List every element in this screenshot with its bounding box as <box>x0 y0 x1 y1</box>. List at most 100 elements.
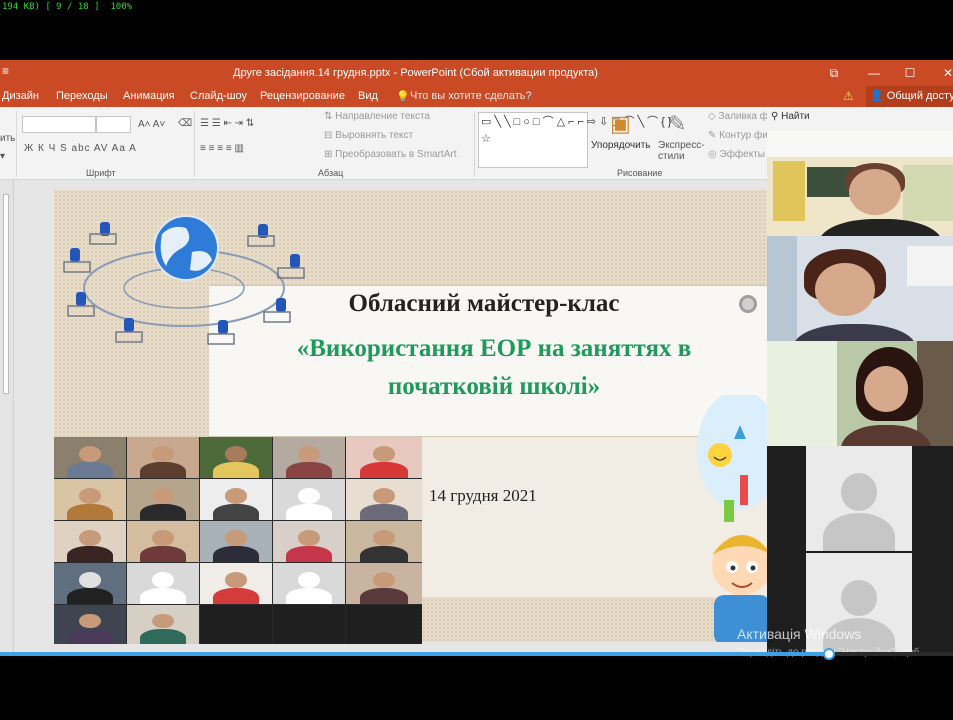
slide-date[interactable]: 14 грудня 2021 <box>429 486 537 506</box>
tab-review[interactable]: Рецензирование <box>260 90 345 102</box>
arrange-icon: ▣ <box>610 111 631 136</box>
video-participant-3 <box>767 341 953 446</box>
tell-me-search[interactable]: Что вы хотите сделать? <box>410 90 532 102</box>
participant-tile <box>273 437 345 478</box>
divider <box>16 111 17 177</box>
divider <box>194 111 195 177</box>
shape-effects-button[interactable]: ◎ Эффекты <box>708 149 765 160</box>
quick-styles-button[interactable]: Экспресс-стили <box>658 140 705 162</box>
participant-placeholder <box>127 563 199 604</box>
effects-icon: ◎ <box>708 149 717 160</box>
menu-icon[interactable]: ≡ <box>2 64 9 78</box>
participant-tile <box>200 437 272 478</box>
font-format-buttons[interactable]: Ж К Ч S abc AV Aa A <box>24 143 137 154</box>
participant-tile <box>127 437 199 478</box>
minimize-icon[interactable]: — <box>862 64 886 82</box>
player-status-bar: 194 KB) [ 9 / 18 ] 100% <box>0 0 953 14</box>
slide-subtitle[interactable]: «Використання ЕОР на заняттях в початков… <box>254 330 734 406</box>
drawing-group-label: Рисование <box>617 168 663 178</box>
schoolboy-clipart <box>697 395 767 642</box>
text-direction-icon: ⇅ <box>324 111 333 122</box>
video-participant-1 <box>767 131 953 236</box>
ribbon-tabs: Дизайн Переходы Анимация Слайд-шоу Рецен… <box>0 86 953 107</box>
align-text-button[interactable]: ⊟ Выровнять текст <box>324 130 413 141</box>
arrange-button[interactable]: Упорядочить <box>591 140 651 151</box>
paste-label[interactable]: ить <box>0 133 15 144</box>
shape-outline-button[interactable]: ✎ Контур фи <box>708 130 768 141</box>
participant-tile <box>200 521 272 562</box>
tab-slideshow[interactable]: Слайд-шоу <box>190 90 247 102</box>
smartart-label: Преобразовать в SmartArt <box>335 149 457 160</box>
participant-tile <box>54 437 126 478</box>
slide-thumbnail-pane[interactable] <box>0 180 14 655</box>
zoom-gallery <box>54 437 422 644</box>
paste-dropdown-icon[interactable]: ▾ <box>0 151 5 162</box>
participant-placeholder <box>273 479 345 520</box>
participant-tile <box>273 521 345 562</box>
participant-tile <box>54 563 126 604</box>
shape-outline-label: Контур фи <box>719 130 768 141</box>
list-buttons[interactable]: ☰ ☰ ⇤ ⇥ ⇅ <box>200 118 254 129</box>
participant-tile <box>346 521 422 562</box>
playback-progress-handle[interactable] <box>823 648 836 660</box>
warning-icon[interactable]: ⚠ <box>843 89 854 103</box>
windows-activation-title: Активація Windows <box>737 626 862 642</box>
participant-tile <box>346 605 422 644</box>
divider <box>474 111 475 177</box>
smartart-button[interactable]: ⊞ Преобразовать в SmartArt <box>324 149 456 160</box>
close-icon[interactable]: ✕ <box>936 64 953 82</box>
title-bar: ≡ Друге засідання.14 грудня.pptx - Power… <box>0 60 953 86</box>
participant-tile <box>127 479 199 520</box>
align-buttons[interactable]: ≡ ≡ ≡ ≡ ▥ <box>200 143 244 154</box>
participant-tile <box>346 479 422 520</box>
participant-tile <box>54 479 126 520</box>
text-direction-button[interactable]: ⇅ Направление текста <box>324 111 430 122</box>
participant-tile <box>127 521 199 562</box>
pen-icon: ✎ <box>708 130 717 141</box>
player-status-text: 194 KB) [ 9 / 18 ] 100% <box>2 2 133 12</box>
participant-tile <box>273 605 345 644</box>
maximize-icon[interactable]: ☐ <box>898 64 922 82</box>
shapes-gallery[interactable]: ▭╲╲□○□⌒△⌐⌐⇨⇩◻⌒╲⌒{}☆ <box>478 112 671 168</box>
window-title: Друге засідання.14 грудня.pptx - PowerPo… <box>233 67 598 79</box>
scrollbar-thumb[interactable] <box>3 194 9 394</box>
participant-tile <box>200 563 272 604</box>
tab-animation[interactable]: Анимация <box>123 90 175 102</box>
font-name-input[interactable] <box>22 116 96 133</box>
participant-tile <box>127 605 199 644</box>
tab-transitions[interactable]: Переходы <box>56 90 108 102</box>
participant-tile <box>200 479 272 520</box>
participant-avatar <box>806 446 912 551</box>
playback-progress-bar[interactable] <box>0 648 953 660</box>
find-button[interactable]: ⚲ Найти <box>771 111 810 122</box>
tab-view[interactable]: Вид <box>358 90 378 102</box>
search-icon: ⚲ <box>771 111 779 122</box>
shape-effects-label: Эффекты <box>719 149 765 160</box>
participant-placeholder <box>273 563 345 604</box>
font-size-input[interactable] <box>96 116 131 133</box>
participant-tile <box>200 605 272 644</box>
find-area: ⚲ Найти <box>767 107 953 131</box>
text-direction-label: Направление текста <box>335 111 430 122</box>
tell-me-icon: 💡 <box>396 91 410 103</box>
tab-design[interactable]: Дизайн <box>2 90 39 102</box>
share-label: Общий доступ <box>886 90 953 102</box>
participant-tile <box>54 521 126 562</box>
user-icon: 👤 <box>870 90 884 102</box>
playback-progress-fill <box>0 652 830 656</box>
find-label: Найти <box>781 111 810 122</box>
slide-title[interactable]: Обласний майстер-клас <box>204 290 764 318</box>
align-text-icon: ⊟ <box>324 130 333 141</box>
quick-styles-icon: ✎ <box>668 111 687 136</box>
share-button[interactable]: 👤 Общий доступ <box>866 86 953 107</box>
ribbon-display-icon[interactable]: ⧉ <box>822 64 846 82</box>
align-text-label: Выровнять текст <box>335 130 414 141</box>
font-grow-shrink-icons[interactable]: A˄ A˅ <box>138 119 165 130</box>
clear-format-icon[interactable]: ⌫ <box>178 118 192 129</box>
participant-tile <box>346 437 422 478</box>
ribbon: ить ▾ A˄ A˅ ⌫ Ж К Ч S abc AV Aa A Шрифт … <box>0 107 795 180</box>
paint-bucket-icon: ◇ <box>708 111 716 122</box>
video-participant-2 <box>767 236 953 341</box>
paragraph-group-label: Абзац <box>318 168 344 178</box>
participant-tile <box>346 563 422 604</box>
